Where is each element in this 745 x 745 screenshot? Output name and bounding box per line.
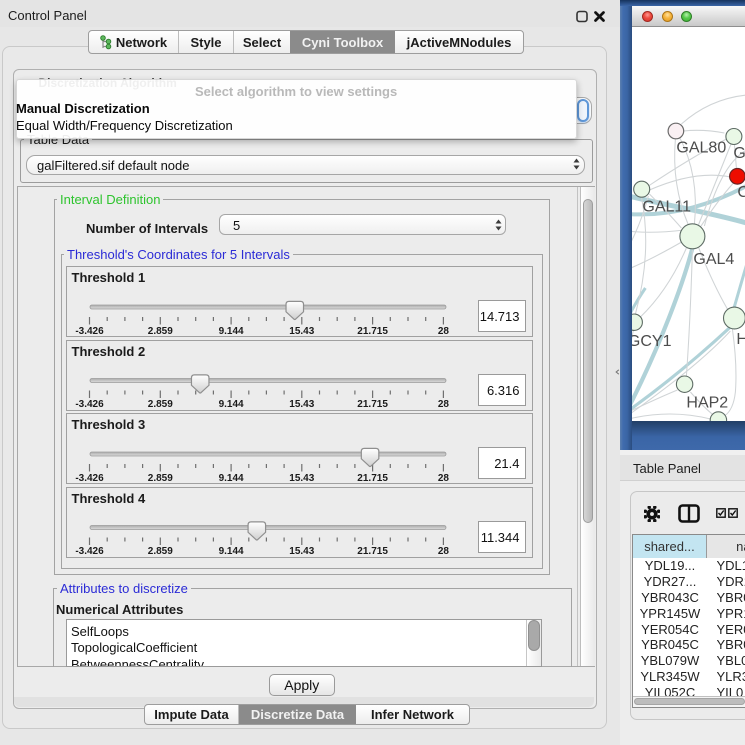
svg-text:GAL: GAL <box>733 145 745 162</box>
svg-text:GCY1: GCY1 <box>632 333 672 350</box>
svg-text:H: H <box>736 331 745 348</box>
svg-text:GAL80: GAL80 <box>676 139 726 156</box>
svg-text:HAP2: HAP2 <box>686 395 728 412</box>
svg-text:C: C <box>737 184 745 201</box>
svg-text:GAL11: GAL11 <box>642 199 691 216</box>
svg-text:GAL4: GAL4 <box>693 251 734 268</box>
